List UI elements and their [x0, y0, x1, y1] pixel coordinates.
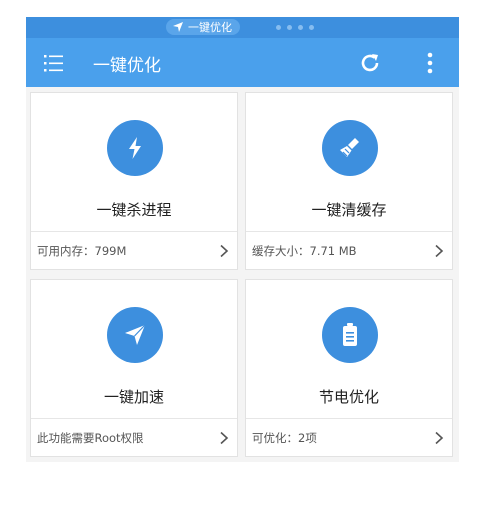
card-footer-link[interactable]: 可用内存：799M	[31, 231, 237, 269]
chevron-right-icon	[435, 244, 444, 258]
card-footer-text: 可用内存：799M	[37, 244, 127, 258]
card-kill-process[interactable]: 一键杀进程 可用内存：799M	[30, 92, 238, 270]
card-footer-link[interactable]: 可优化：2项	[246, 418, 452, 456]
notification-pill[interactable]: 一键优化	[166, 19, 240, 35]
card-title: 一键杀进程	[96, 201, 172, 219]
card-title: 一键加速	[103, 388, 164, 406]
more-options-button[interactable]	[420, 48, 440, 78]
card-footer-link[interactable]: 缓存大小：7.71 MB	[246, 231, 452, 269]
icon-circle	[107, 120, 163, 176]
icon-circle	[107, 307, 163, 363]
refresh-button[interactable]	[357, 50, 383, 76]
send-icon	[173, 22, 183, 32]
card-power-saving[interactable]: 节电优化 可优化：2项	[245, 279, 453, 457]
chevron-right-icon	[220, 431, 229, 445]
menu-icon	[44, 55, 63, 72]
app-bar: 一键优化	[26, 38, 459, 87]
phone-screen: 一键优化 一键优化 一键杀进程 可用内存：799M 一键清缓存 缓存大小：7.7…	[26, 17, 459, 462]
chevron-right-icon	[435, 431, 444, 445]
refresh-icon	[361, 54, 379, 72]
app-title: 一键优化	[93, 56, 161, 76]
icon-circle	[322, 307, 378, 363]
card-title: 一键清缓存	[311, 201, 387, 219]
card-clean-cache[interactable]: 一键清缓存 缓存大小：7.71 MB	[245, 92, 453, 270]
card-speed-up[interactable]: 一键加速 此功能需要Root权限	[30, 279, 238, 457]
more-vertical-icon	[427, 52, 433, 74]
broom-icon	[340, 138, 359, 157]
menu-button[interactable]	[41, 51, 69, 75]
chevron-right-icon	[220, 244, 229, 258]
card-footer-text: 可优化：2项	[252, 431, 317, 445]
card-footer-text: 此功能需要Root权限	[37, 431, 144, 445]
status-bar: 一键优化	[26, 17, 459, 38]
icon-circle	[322, 120, 378, 176]
card-footer-text: 缓存大小：7.71 MB	[252, 244, 357, 258]
card-title: 节电优化	[318, 388, 379, 406]
lightning-icon	[129, 137, 141, 159]
notification-text: 一键优化	[188, 21, 232, 34]
battery-icon	[343, 323, 357, 346]
page-indicator-dots	[276, 25, 314, 30]
paper-plane-icon	[125, 324, 146, 345]
card-footer-link[interactable]: 此功能需要Root权限	[31, 418, 237, 456]
